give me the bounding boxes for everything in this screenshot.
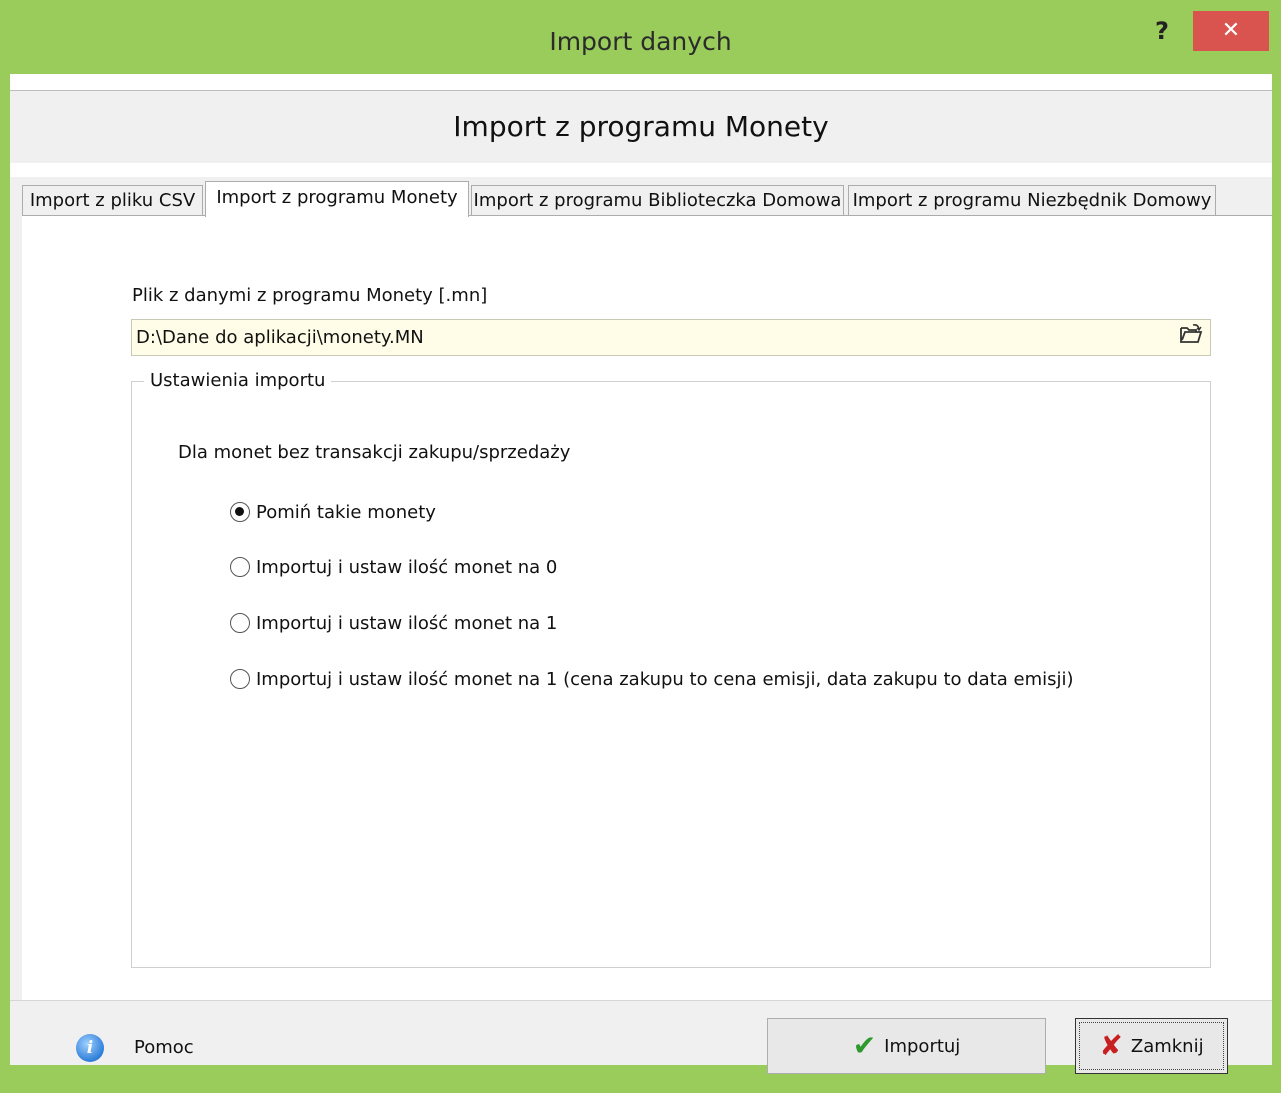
tab-import-biblioteczka[interactable]: Import z programu Biblioteczka Domowa (471, 185, 844, 215)
radio-option-skip[interactable]: Pomiń takie monety (230, 499, 436, 525)
import-button-label: Importuj (884, 1035, 961, 1057)
radio-label[interactable]: Importuj i ustaw ilość monet na 1 (256, 613, 557, 634)
header-bottom-strip (10, 163, 1272, 177)
radio-button-checked[interactable] (230, 502, 250, 522)
close-window-button[interactable]: ✕ (1193, 11, 1269, 51)
open-folder-icon[interactable] (1176, 323, 1206, 351)
help-button[interactable]: ? (1142, 12, 1182, 50)
import-settings-legend: Ustawienia importu (144, 370, 332, 391)
settings-question: Dla monet bez transakcji zakupu/sprzedaż… (178, 442, 571, 463)
header-panel: Import z programu Monety (10, 90, 1272, 164)
import-button[interactable]: ✔ Importuj (767, 1018, 1046, 1074)
radio-label[interactable]: Importuj i ustaw ilość monet na 0 (256, 557, 557, 578)
radio-label[interactable]: Importuj i ustaw ilość monet na 1 (cena … (256, 669, 1074, 690)
radio-option-one-emission[interactable]: Importuj i ustaw ilość monet na 1 (cena … (230, 666, 1074, 692)
window-title: Import danych (549, 27, 732, 56)
tab-import-csv[interactable]: Import z pliku CSV (22, 185, 203, 215)
focus-ring (1079, 1022, 1224, 1070)
dialog-window: Import danych ? ✕ Import z programu Mone… (0, 0, 1281, 1093)
tab-import-niezbednik[interactable]: Import z programu Niezbędnik Domowy (848, 185, 1216, 215)
radio-button[interactable] (230, 613, 250, 633)
file-field-label: Plik z danymi z programu Monety [.mn] (132, 285, 488, 306)
radio-option-one[interactable]: Importuj i ustaw ilość monet na 1 (230, 610, 557, 636)
info-icon[interactable]: i (76, 1034, 104, 1062)
title-bar[interactable]: Import danych ? ✕ (0, 0, 1281, 74)
help-link[interactable]: Pomoc (134, 1037, 194, 1058)
tab-import-monety[interactable]: Import z programu Monety (205, 181, 469, 217)
header-top-strip (10, 74, 1272, 90)
close-button[interactable]: ✘ Zamknij (1075, 1018, 1228, 1074)
radio-button[interactable] (230, 669, 250, 689)
file-path-value[interactable]: D:\Dane do aplikacji\monety.MN (136, 319, 424, 356)
radio-label[interactable]: Pomiń takie monety (256, 502, 436, 523)
radio-option-zero[interactable]: Importuj i ustaw ilość monet na 0 (230, 554, 557, 580)
page-title: Import z programu Monety (453, 110, 829, 143)
check-icon: ✔ (852, 1029, 877, 1062)
radio-button[interactable] (230, 557, 250, 577)
